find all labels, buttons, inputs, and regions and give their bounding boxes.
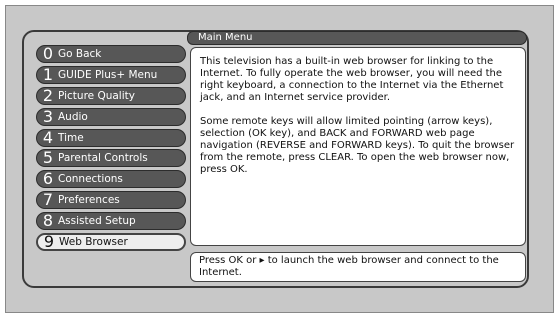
description-paragraph-1: This television has a built-in web brows… [200,56,504,103]
menu-item-number: 9 [43,232,55,252]
menu-item-number: 7 [42,190,54,210]
help-text: Press OK or ▸ to launch the web browser … [199,255,499,278]
menu-item-picture-quality[interactable]: 2 Picture Quality [36,85,186,105]
menu-item-time[interactable]: 4 Time [36,127,186,147]
menu-item-label: Assisted Setup [58,215,136,228]
menu-item-number: 6 [42,169,54,189]
menu-item-label: GUIDE Plus+ Menu [58,68,158,81]
page-title: Main Menu [198,32,253,43]
description-paragraph-2: Some remote keys will allow limited poin… [200,116,515,175]
menu-item-label: Connections [58,173,123,186]
menu-item-go-back[interactable]: 0 Go Back [36,45,186,63]
menu-item-label: Parental Controls [58,152,148,165]
main-menu-list: 0 Go Back 1 GUIDE Plus+ Menu 2 Picture Q… [36,45,186,254]
description-panel: This television has a built-in web brows… [190,47,526,246]
menu-item-connections[interactable]: 6 Connections [36,169,186,189]
menu-item-preferences[interactable]: 7 Preferences [36,190,186,210]
menu-item-label: Web Browser [59,236,128,249]
menu-item-number: 0 [42,44,54,63]
menu-item-number: 1 [42,64,54,84]
menu-item-label: Preferences [58,194,120,207]
menu-item-number: 3 [42,106,54,126]
menu-item-number: 4 [42,127,54,147]
panel-title-tab: Main Menu [187,31,527,45]
help-status-bar: Press OK or ▸ to launch the web browser … [190,252,526,282]
menu-item-label: Go Back [58,48,102,60]
menu-item-number: 8 [42,211,54,231]
menu-item-label: Picture Quality [58,89,135,102]
menu-item-guide-plus-menu[interactable]: 1 GUIDE Plus+ Menu [36,64,186,84]
menu-item-assisted-setup[interactable]: 8 Assisted Setup [36,211,186,231]
menu-item-number: 5 [42,148,54,168]
menu-item-label: Audio [58,110,88,123]
menu-item-label: Time [58,131,84,144]
menu-item-audio[interactable]: 3 Audio [36,106,186,126]
menu-item-number: 2 [42,85,54,105]
menu-item-web-browser[interactable]: 9 Web Browser [36,232,186,252]
menu-item-parental-controls[interactable]: 5 Parental Controls [36,148,186,168]
